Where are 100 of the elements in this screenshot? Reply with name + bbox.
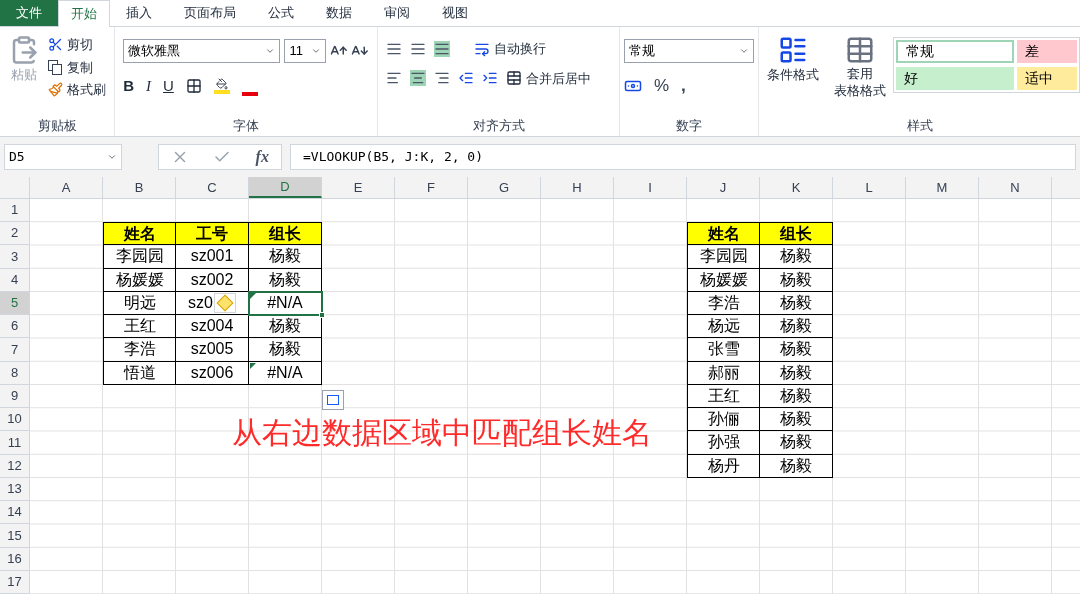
row-header[interactable]: 1 bbox=[0, 198, 30, 222]
column-header[interactable]: D bbox=[249, 176, 322, 198]
bold-button[interactable]: B bbox=[123, 75, 134, 98]
ribbon-tab[interactable]: 数据 bbox=[310, 0, 368, 26]
bottom-align-icon[interactable] bbox=[434, 40, 451, 57]
group-label: 对齐方式 bbox=[472, 118, 525, 132]
ribbon-tab[interactable]: 审阅 bbox=[368, 0, 426, 26]
column-header[interactable]: N bbox=[979, 176, 1052, 198]
scissors-icon bbox=[48, 37, 63, 53]
italic-button[interactable]: I bbox=[146, 75, 151, 98]
cell-text: 姓名 bbox=[707, 223, 740, 244]
ribbon-tab[interactable]: 文件 bbox=[0, 0, 58, 26]
name-box[interactable]: D5 bbox=[4, 143, 122, 170]
paste-options-icon[interactable] bbox=[322, 389, 344, 410]
ribbon-tab[interactable]: 视图 bbox=[426, 0, 484, 26]
cell-text: 杨毅 bbox=[269, 246, 301, 267]
row-header[interactable]: 3 bbox=[0, 245, 30, 269]
column-header[interactable]: B bbox=[103, 176, 176, 198]
row-header[interactable]: 2 bbox=[0, 222, 30, 246]
cell-text: sz005 bbox=[190, 339, 234, 360]
row-header[interactable]: 8 bbox=[0, 361, 30, 385]
cell-text: 杨毅 bbox=[269, 269, 301, 290]
cell-text: 李浩 bbox=[707, 292, 740, 313]
cell-text: 杨毅 bbox=[780, 409, 812, 430]
row-header[interactable]: 11 bbox=[0, 431, 30, 455]
row-header[interactable]: 12 bbox=[0, 454, 30, 478]
ribbon-tab[interactable]: 开始 bbox=[58, 0, 110, 27]
function-icon[interactable]: fx bbox=[255, 144, 269, 169]
column-header[interactable]: J bbox=[687, 176, 760, 198]
cell-text: sz001 bbox=[190, 246, 234, 267]
row-header[interactable]: 7 bbox=[0, 338, 30, 362]
align-center-icon[interactable] bbox=[410, 70, 427, 87]
group-label: 剪贴板 bbox=[37, 118, 77, 132]
row-header[interactable]: 10 bbox=[0, 408, 30, 432]
cell-style-swatch[interactable]: 好 bbox=[896, 66, 1014, 90]
column-header[interactable]: I bbox=[614, 176, 687, 198]
ribbon-tab[interactable]: 插入 bbox=[110, 0, 168, 26]
row-header[interactable]: 15 bbox=[0, 524, 30, 548]
row-header[interactable]: 9 bbox=[0, 384, 30, 408]
font-size-dropdown[interactable]: 11 bbox=[284, 39, 326, 63]
caret-icon bbox=[739, 46, 749, 56]
cell-text: 杨毅 bbox=[780, 316, 812, 337]
cell-text: 李浩 bbox=[123, 339, 156, 360]
cell-text: #N/A bbox=[267, 362, 303, 383]
copy-icon bbox=[48, 59, 63, 75]
cell-text: 孙俪 bbox=[707, 409, 740, 430]
column-header[interactable]: M bbox=[906, 176, 979, 198]
column-header[interactable]: K bbox=[760, 176, 833, 198]
row-header[interactable]: 13 bbox=[0, 477, 30, 501]
merge-center-button[interactable]: 合并后居中 bbox=[506, 68, 592, 88]
ribbon-tab[interactable]: 页面布局 bbox=[168, 0, 252, 26]
column-header[interactable]: F bbox=[395, 176, 468, 198]
row-header[interactable]: 5 bbox=[0, 291, 30, 315]
cell-text: 杨媛媛 bbox=[115, 269, 164, 290]
caret-icon bbox=[310, 46, 321, 56]
group-label: 字体 bbox=[233, 118, 260, 132]
underline-button[interactable]: U bbox=[163, 75, 174, 98]
cell-text: 孙强 bbox=[707, 432, 740, 453]
cell-text: 组长 bbox=[269, 223, 301, 244]
cell-style-swatch[interactable]: 适中 bbox=[1017, 66, 1077, 90]
fill-color-icon[interactable] bbox=[213, 78, 230, 95]
cell-style-swatch[interactable]: 常规 bbox=[896, 40, 1014, 63]
row-header[interactable]: 14 bbox=[0, 501, 30, 525]
cell-text: 李园园 bbox=[699, 246, 748, 267]
wrap-text-button[interactable]: 自动换行 bbox=[474, 39, 547, 59]
column-header[interactable]: E bbox=[322, 176, 395, 198]
row-header[interactable]: 6 bbox=[0, 315, 30, 339]
percent-button[interactable]: % bbox=[653, 73, 670, 99]
cut-button[interactable]: 剪切 bbox=[48, 35, 106, 55]
cell-text: 杨毅 bbox=[780, 385, 812, 406]
column-header[interactable]: H bbox=[541, 176, 614, 198]
row-header[interactable]: 4 bbox=[0, 268, 30, 292]
cell-text: 杨毅 bbox=[780, 455, 812, 476]
cell-style-swatch[interactable]: 差 bbox=[1017, 40, 1077, 63]
table-icon bbox=[845, 35, 875, 65]
column-header[interactable]: L bbox=[833, 176, 906, 198]
row-header[interactable]: 16 bbox=[0, 547, 30, 571]
annotation-text: 从右边数据区域中匹配组长姓名 bbox=[232, 414, 652, 451]
column-header[interactable]: G bbox=[468, 176, 541, 198]
cell-text: 杨丹 bbox=[707, 455, 740, 476]
ribbon-tab[interactable]: 公式 bbox=[252, 0, 310, 26]
cell-text: 杨毅 bbox=[780, 292, 812, 313]
number-format-dropdown[interactable]: 常规 bbox=[623, 39, 754, 63]
cell-text: 杨毅 bbox=[780, 339, 812, 360]
cell-text: 组长 bbox=[780, 223, 812, 244]
cell-text: 工号 bbox=[196, 223, 228, 244]
row-header[interactable]: 17 bbox=[0, 570, 30, 594]
column-header[interactable]: A bbox=[30, 176, 103, 198]
comma-button[interactable]: , bbox=[681, 73, 686, 99]
formula-field[interactable]: =VLOOKUP(B5, J:K, 2, 0) bbox=[290, 143, 1076, 170]
caret-icon bbox=[265, 46, 276, 56]
table-format-button[interactable]: 套用 表格格式 bbox=[827, 35, 893, 115]
font-name-dropdown[interactable]: 微软雅黑 bbox=[123, 39, 281, 63]
fill-handle[interactable] bbox=[319, 312, 325, 318]
conditional-format-button[interactable]: 条件格式 bbox=[759, 35, 827, 115]
borders-icon[interactable] bbox=[185, 78, 202, 95]
copy-button[interactable]: 复制 bbox=[48, 57, 106, 77]
format-painter-button[interactable]: 格式刷 bbox=[48, 80, 106, 100]
cell-text: sz002 bbox=[190, 269, 234, 290]
cell-text: 杨毅 bbox=[780, 362, 812, 383]
